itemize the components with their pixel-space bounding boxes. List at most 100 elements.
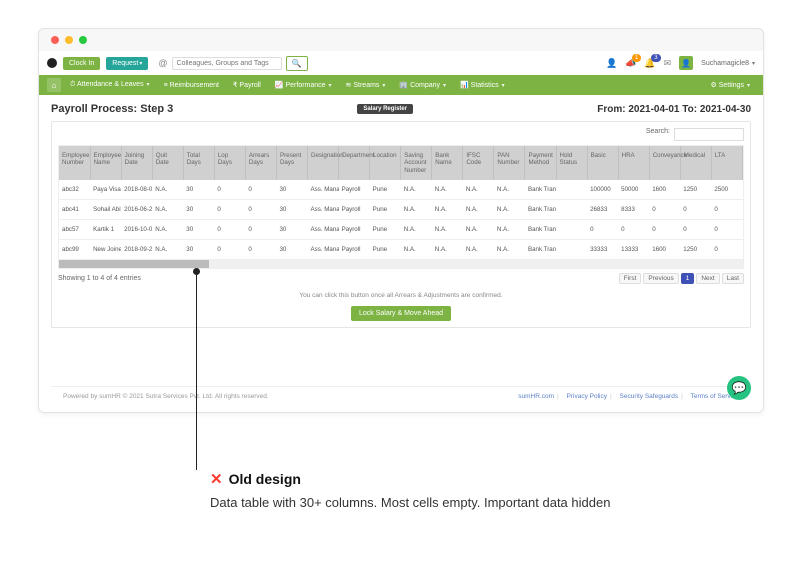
table-cell: Sohail Abivin <box>90 200 121 220</box>
column-header[interactable]: Hold Status <box>556 146 587 180</box>
table-cell: Ass. Manager <box>308 240 339 260</box>
mail-icon[interactable]: ✉ <box>664 58 672 69</box>
chevron-down-icon: ▾ <box>747 83 750 89</box>
column-header[interactable]: Present Days <box>276 146 307 180</box>
nav-statistics[interactable]: 📊 Statistics ▾ <box>455 79 510 91</box>
pager-last[interactable]: Last <box>722 273 744 284</box>
column-header[interactable]: PAN Number <box>494 146 525 180</box>
column-header[interactable]: Department <box>339 146 370 180</box>
column-header[interactable]: Location <box>370 146 401 180</box>
nav-streams[interactable]: ≋ Streams ▾ <box>341 79 391 91</box>
nav-reimbursement[interactable]: ≡ Reimbursement <box>159 80 224 91</box>
search-input[interactable] <box>172 57 282 70</box>
search-group: @ 🔍 <box>158 56 307 71</box>
payroll-card: Search: Employee NumberEmployee NameJoin… <box>51 121 751 328</box>
column-header[interactable]: HRA <box>618 146 649 180</box>
table-cell: Ass. Manager <box>308 200 339 220</box>
column-header[interactable]: Bank Name <box>432 146 463 180</box>
table-cell: Pune <box>370 180 401 200</box>
table-cell: Payroll <box>339 180 370 200</box>
column-header[interactable]: Basic <box>587 146 618 180</box>
column-header[interactable]: Arrears Days <box>245 146 276 180</box>
chevron-down-icon: ▾ <box>382 83 385 89</box>
table-cell: 0 <box>245 240 276 260</box>
column-header[interactable]: Designation <box>308 146 339 180</box>
pager-page-1[interactable]: 1 <box>681 273 695 284</box>
table-cell: N.A. <box>494 180 525 200</box>
pager-first[interactable]: First <box>619 273 642 284</box>
chat-fab[interactable]: 💬 <box>727 376 751 400</box>
table-cell: 13333 <box>618 240 649 260</box>
confirm-section: You can click this button once all Arrea… <box>58 292 744 321</box>
table-body: abc32Paya Visaria2018-08-01N.A.300030Ass… <box>59 180 743 260</box>
column-header[interactable]: Saving Account Number <box>401 146 432 180</box>
column-header[interactable]: IFSC Code <box>463 146 494 180</box>
table-cell: 8333 <box>618 200 649 220</box>
add-user-icon[interactable]: 👤 <box>606 58 617 69</box>
pager-next[interactable]: Next <box>696 273 719 284</box>
column-header[interactable]: Total Days <box>183 146 214 180</box>
nav-performance[interactable]: 📈 Performance ▾ <box>270 79 337 91</box>
pager-prev[interactable]: Previous <box>643 273 678 284</box>
table-cell: 0 <box>649 220 680 240</box>
table-header-row: Employee NumberEmployee NameJoining Date… <box>59 146 743 180</box>
table-row[interactable]: abc32Paya Visaria2018-08-01N.A.300030Ass… <box>59 180 743 200</box>
table-row[interactable]: abc41Sohail Abivin2016-06-29N.A.300030As… <box>59 200 743 220</box>
window-maximize-dot[interactable] <box>79 36 87 44</box>
page-footer: Powered by sumHR © 2021 Sutra Services P… <box>51 386 751 404</box>
table-cell: N.A. <box>432 240 463 260</box>
footer-link[interactable]: Privacy Policy <box>567 393 607 400</box>
salary-register-badge[interactable]: Salary Register <box>357 104 413 114</box>
window-close-dot[interactable] <box>51 36 59 44</box>
table-row[interactable]: abc99New Joinee2018-09-21N.A.300030Ass. … <box>59 240 743 260</box>
home-icon[interactable]: ⌂ <box>47 78 61 92</box>
horizontal-scrollbar[interactable] <box>59 260 743 268</box>
nav-label: Payroll <box>239 82 260 89</box>
nav-payroll[interactable]: ₹ Payroll <box>228 79 266 91</box>
chevron-down-icon: ▾ <box>443 83 446 89</box>
column-header[interactable]: Quit Date <box>152 146 183 180</box>
scroll-thumb[interactable] <box>59 260 209 268</box>
column-header[interactable]: Lop Days <box>214 146 245 180</box>
table-cell: N.A. <box>401 240 432 260</box>
column-header[interactable]: Employee Number <box>59 146 90 180</box>
footer-left: Powered by sumHR © 2021 Sutra Services P… <box>63 393 269 400</box>
table-cell: Bank Transfer <box>525 240 556 260</box>
lock-salary-button[interactable]: Lock Salary & Move Ahead <box>351 306 451 321</box>
nav-company[interactable]: 🏢 Company ▾ <box>394 79 451 91</box>
table-cell: 1600 <box>649 240 680 260</box>
footer-link[interactable]: Security Safeguards <box>620 393 679 400</box>
date-range: From: 2021-04-01 To: 2021-04-30 <box>597 104 751 115</box>
nav-settings[interactable]: ⚙ Settings ▾ <box>706 79 756 91</box>
nav-label: Performance <box>286 82 326 89</box>
column-header[interactable]: LTA <box>711 146 742 180</box>
footer-link[interactable]: sumHR.com <box>518 393 554 400</box>
table-cell: 0 <box>245 200 276 220</box>
request-button[interactable]: Request▾ <box>106 57 148 70</box>
column-header[interactable]: Payment Method <box>525 146 556 180</box>
table-search-input[interactable] <box>674 128 744 141</box>
column-header[interactable]: Employee Name <box>90 146 121 180</box>
column-header[interactable]: Medical <box>680 146 711 180</box>
table-cell: N.A. <box>401 220 432 240</box>
table-cell: N.A. <box>401 180 432 200</box>
column-header[interactable]: Joining Date <box>121 146 152 180</box>
bell-icon[interactable]: 🔔3 <box>644 58 655 69</box>
clock-in-button[interactable]: Clock In <box>63 57 100 70</box>
window-minimize-dot[interactable] <box>65 36 73 44</box>
table-row[interactable]: abc57Kartik 12016-10-01N.A.300030Ass. Ma… <box>59 220 743 240</box>
table-cell: 2016-06-29 <box>121 200 152 220</box>
search-button[interactable]: 🔍 <box>286 56 308 71</box>
table-cell: 0 <box>214 240 245 260</box>
user-name[interactable]: Suchamagicle8 ▾ <box>701 60 755 67</box>
table-cell: 26833 <box>587 200 618 220</box>
table-cell: N.A. <box>463 220 494 240</box>
table-cell: N.A. <box>463 240 494 260</box>
announcement-icon[interactable]: 📣1 <box>625 58 636 69</box>
table-cell: N.A. <box>401 200 432 220</box>
column-header[interactable]: Conveyance <box>649 146 680 180</box>
avatar[interactable]: 👤 <box>679 56 693 70</box>
nav-attendance[interactable]: ⏱ Attendance & Leaves ▾ <box>65 79 155 91</box>
logo-icon[interactable] <box>47 58 57 68</box>
chevron-down-icon: ▾ <box>139 61 142 67</box>
